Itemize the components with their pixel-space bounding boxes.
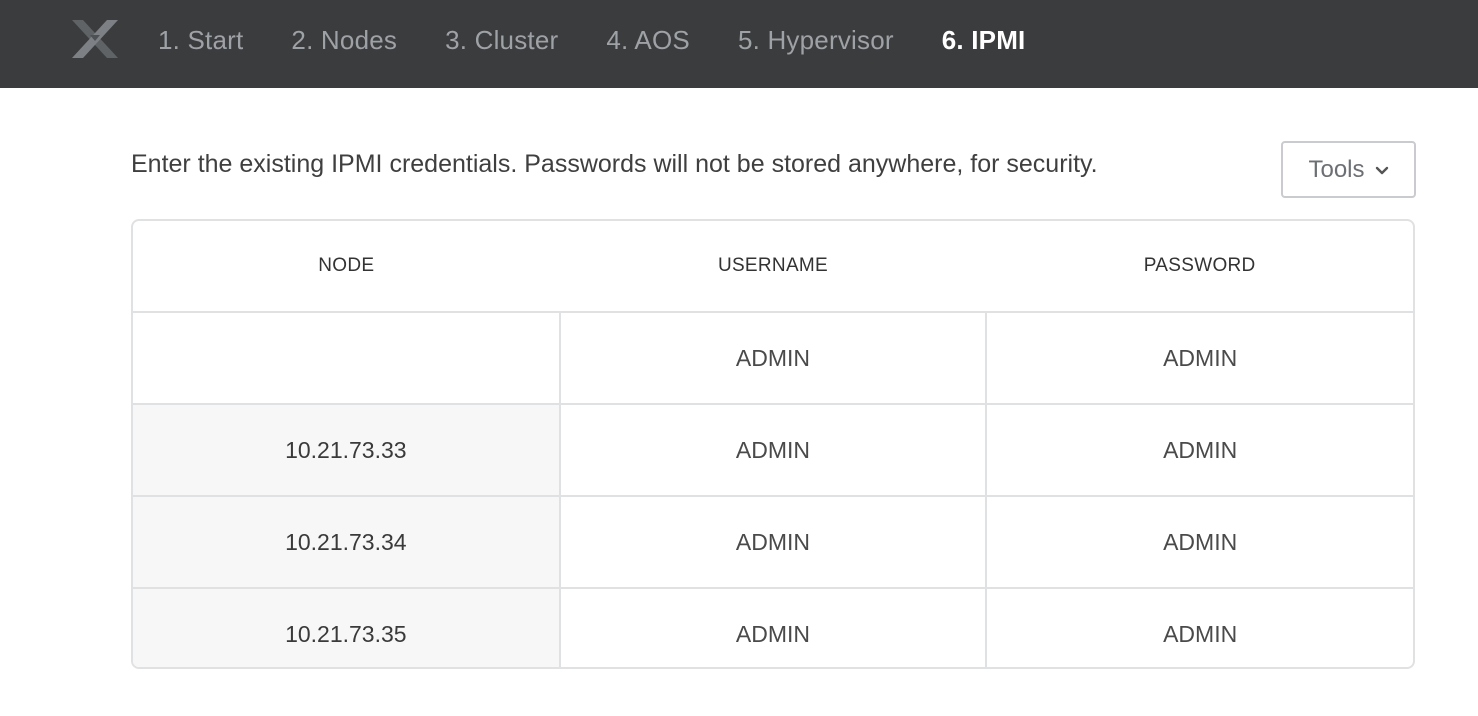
column-header-node: NODE — [133, 221, 560, 313]
username-field[interactable]: ADMIN — [558, 495, 987, 588]
nutanix-logo-icon[interactable] — [72, 20, 118, 58]
step-start[interactable]: 1. Start — [158, 25, 243, 56]
table-header-row: NODE USERNAME PASSWORD — [133, 221, 1413, 313]
table-row: 10.21.73.35 ADMIN ADMIN — [133, 587, 1413, 667]
column-header-username: USERNAME — [559, 221, 987, 313]
step-cluster[interactable]: 3. Cluster — [445, 25, 558, 56]
node-cell: 10.21.73.33 — [133, 403, 560, 496]
node-cell: 10.21.73.34 — [133, 495, 560, 588]
username-field[interactable]: ADMIN — [558, 403, 987, 496]
table-row: ADMIN ADMIN — [133, 311, 1413, 404]
password-field[interactable]: ADMIN — [985, 587, 1413, 667]
step-ipmi[interactable]: 6. IPMI — [942, 25, 1026, 56]
node-cell — [133, 311, 560, 404]
step-nodes[interactable]: 2. Nodes — [291, 25, 397, 56]
step-hypervisor[interactable]: 5. Hypervisor — [738, 25, 894, 56]
table-row: 10.21.73.34 ADMIN ADMIN — [133, 495, 1413, 588]
table-row: 10.21.73.33 ADMIN ADMIN — [133, 403, 1413, 496]
tools-dropdown-button[interactable]: Tools — [1281, 141, 1416, 198]
username-field[interactable]: ADMIN — [558, 311, 987, 404]
step-aos[interactable]: 4. AOS — [606, 25, 690, 56]
password-field[interactable]: ADMIN — [985, 311, 1413, 404]
node-cell: 10.21.73.35 — [133, 587, 560, 667]
wizard-steps: 1. Start 2. Nodes 3. Cluster 4. AOS 5. H… — [158, 0, 1073, 80]
username-field[interactable]: ADMIN — [558, 587, 987, 667]
top-nav-bar: 1. Start 2. Nodes 3. Cluster 4. AOS 5. H… — [0, 0, 1478, 88]
password-field[interactable]: ADMIN — [985, 403, 1413, 496]
password-field[interactable]: ADMIN — [985, 495, 1413, 588]
ipmi-credentials-table: NODE USERNAME PASSWORD ADMIN ADMIN 10.21… — [131, 219, 1415, 669]
instructions-text: Enter the existing IPMI credentials. Pas… — [131, 150, 1098, 178]
chevron-down-icon — [1375, 166, 1388, 174]
tools-label: Tools — [1308, 155, 1365, 183]
column-header-password: PASSWORD — [986, 221, 1413, 313]
